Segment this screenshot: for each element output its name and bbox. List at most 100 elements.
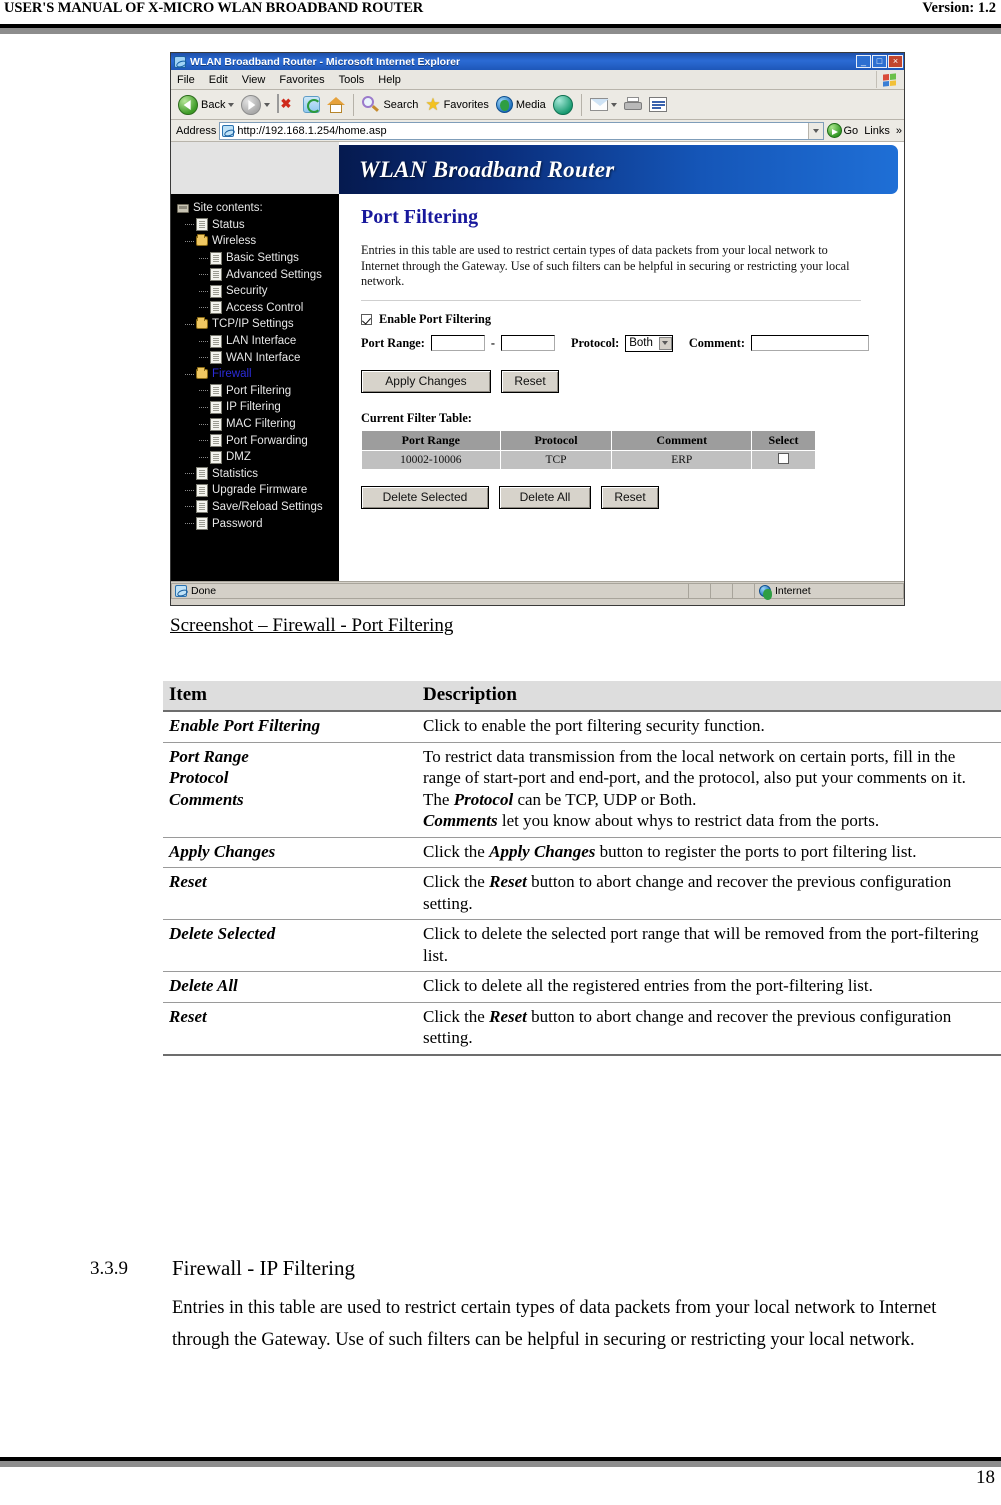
- favorites-button[interactable]: ★ Favorites: [423, 92, 491, 118]
- protocol-select[interactable]: Both: [625, 334, 673, 352]
- sidebar-item-statistics[interactable]: Statistics: [177, 466, 339, 483]
- printer-icon: [623, 97, 642, 112]
- back-dropdown-icon[interactable]: [228, 102, 235, 107]
- forward-button[interactable]: [239, 92, 272, 118]
- links-chevron-icon[interactable]: »: [896, 125, 902, 137]
- sidebar-item-tcp-ip-settings[interactable]: TCP/IP Settings: [177, 316, 339, 333]
- computer-icon: [177, 204, 189, 214]
- sidebar-item-upgrade-firmware[interactable]: Upgrade Firmware: [177, 482, 339, 499]
- sidebar-item-lan-interface[interactable]: LAN Interface: [177, 333, 339, 350]
- port-range-end-input[interactable]: [500, 335, 555, 351]
- menu-item-favorites[interactable]: Favorites: [279, 74, 324, 86]
- sidebar-item-port-forwarding[interactable]: Port Forwarding: [177, 432, 339, 449]
- protocol-selected-value: Both: [629, 337, 653, 349]
- toolbar-separator: [353, 93, 355, 116]
- sidebar-item-label: Basic Settings: [226, 252, 299, 265]
- tree-connector: [199, 423, 208, 425]
- sidebar-item-label: IP Filtering: [226, 401, 281, 414]
- figure-caption: Screenshot – Firewall - Port Filtering: [170, 615, 454, 636]
- page-icon: [196, 467, 208, 481]
- delete-selected-button[interactable]: Delete Selected: [361, 485, 489, 509]
- apply-changes-button[interactable]: Apply Changes: [361, 369, 491, 393]
- delete-all-button[interactable]: Delete All: [499, 485, 591, 509]
- refresh-icon: [303, 96, 322, 113]
- mail-button[interactable]: [588, 92, 619, 118]
- security-zone[interactable]: Internet: [754, 582, 904, 600]
- sidebar-item-ip-filtering[interactable]: IP Filtering: [177, 399, 339, 416]
- sidebar-nav: Site contents: Status Wireless Basic Setti…: [171, 194, 339, 581]
- address-dropdown-icon[interactable]: [807, 122, 823, 139]
- sidebar-item-label: DMZ: [226, 451, 251, 464]
- doc-description-cell: Click the Reset button to abort change a…: [417, 1002, 1001, 1056]
- sidebar-item-wan-interface[interactable]: WAN Interface: [177, 349, 339, 366]
- page-icon: [196, 517, 208, 531]
- mail-dropdown-icon[interactable]: [610, 102, 617, 107]
- home-button[interactable]: [325, 92, 347, 118]
- close-button[interactable]: ×: [888, 55, 903, 68]
- stop-icon: ✖: [277, 94, 296, 114]
- menu-item-file[interactable]: File: [177, 74, 195, 86]
- forward-dropdown-icon[interactable]: [264, 102, 271, 107]
- tree-connector: [185, 489, 194, 491]
- minimize-button[interactable]: _: [856, 55, 871, 68]
- windows-flag-icon: [876, 71, 902, 88]
- comment-label: Comment:: [688, 335, 745, 350]
- comment-input[interactable]: [750, 335, 869, 351]
- col-protocol: Protocol: [499, 429, 613, 451]
- doc-description-cell: Click to delete all the registered entri…: [417, 971, 1001, 1003]
- sidebar-item-security[interactable]: Security: [177, 283, 339, 300]
- refresh-button[interactable]: [301, 92, 322, 118]
- media-button[interactable]: Media: [494, 92, 548, 118]
- sidebar-item-port-filtering[interactable]: Port Filtering: [177, 383, 339, 400]
- row-select-checkbox[interactable]: [778, 452, 790, 464]
- doc-table-row: Reset Click the Reset button to abort cha…: [163, 1002, 1001, 1056]
- edit-button[interactable]: [647, 92, 669, 118]
- sidebar-item-status[interactable]: Status: [177, 217, 339, 234]
- star-icon: ★: [425, 95, 441, 114]
- tree-connector: [185, 240, 194, 242]
- enable-port-filtering-checkbox[interactable]: [361, 313, 372, 325]
- sidebar-item-firewall[interactable]: Firewall: [177, 366, 339, 383]
- menu-item-view[interactable]: View: [242, 74, 266, 86]
- back-button[interactable]: Back: [176, 92, 236, 118]
- sidebar-item-label: Password: [212, 517, 263, 530]
- page-icon: [222, 124, 235, 137]
- history-button[interactable]: [551, 92, 575, 118]
- search-button[interactable]: Search: [360, 92, 420, 118]
- enable-port-filtering-row[interactable]: Enable Port Filtering: [361, 312, 890, 327]
- filter-table-row: 10002-10006 TCP ERP: [361, 449, 816, 470]
- filter-table-header-row: Port Range Protocol Comment Select: [361, 429, 816, 451]
- sidebar-item-access-control[interactable]: Access Control: [177, 300, 339, 317]
- maximize-button[interactable]: □: [872, 55, 887, 68]
- header-manual-title: USER'S MANUAL OF X-MICRO WLAN BROADBAND …: [4, 0, 424, 16]
- sidebar-item-wireless[interactable]: Wireless: [177, 233, 339, 250]
- doc-table-row: Delete All Click to delete all the regist…: [163, 971, 1001, 1003]
- sidebar-item-dmz[interactable]: DMZ: [177, 449, 339, 466]
- reset-button-2[interactable]: Reset: [601, 485, 659, 509]
- sidebar-root-label: Site contents:: [193, 202, 263, 215]
- print-button[interactable]: [622, 92, 644, 118]
- sidebar-item-save-reload-settings[interactable]: Save/Reload Settings: [177, 499, 339, 516]
- stop-button[interactable]: ✖: [275, 92, 298, 118]
- description-table: Item Description Enable Port Filtering Cl…: [163, 681, 1001, 1056]
- doc-item-cell: Reset: [163, 867, 417, 920]
- address-input[interactable]: http://192.168.1.254/home.asp: [219, 121, 824, 140]
- go-label: Go: [843, 124, 859, 137]
- sidebar-item-advanced-settings[interactable]: Advanced Settings: [177, 266, 339, 283]
- port-range-start-input[interactable]: [430, 335, 485, 351]
- sidebar-item-password[interactable]: Password: [177, 515, 339, 532]
- menu-item-tools[interactable]: Tools: [339, 74, 365, 86]
- sidebar-item-basic-settings[interactable]: Basic Settings: [177, 250, 339, 267]
- chevron-down-icon[interactable]: [658, 336, 672, 350]
- menu-item-edit[interactable]: Edit: [209, 74, 228, 86]
- browser-titlebar: WLAN Broadband Router - Microsoft Intern…: [171, 53, 904, 70]
- doc-col-item: Item: [163, 681, 417, 712]
- links-label[interactable]: Links: [864, 125, 890, 137]
- sidebar-item-label: TCP/IP Settings: [212, 318, 294, 331]
- reset-button[interactable]: Reset: [501, 369, 559, 393]
- router-banner-title: WLAN Broadband Router: [359, 156, 615, 182]
- menu-item-help[interactable]: Help: [378, 74, 401, 86]
- go-button[interactable]: Go: [826, 123, 859, 138]
- doc-item-cell: Reset: [163, 1002, 417, 1056]
- sidebar-item-mac-filtering[interactable]: MAC Filtering: [177, 416, 339, 433]
